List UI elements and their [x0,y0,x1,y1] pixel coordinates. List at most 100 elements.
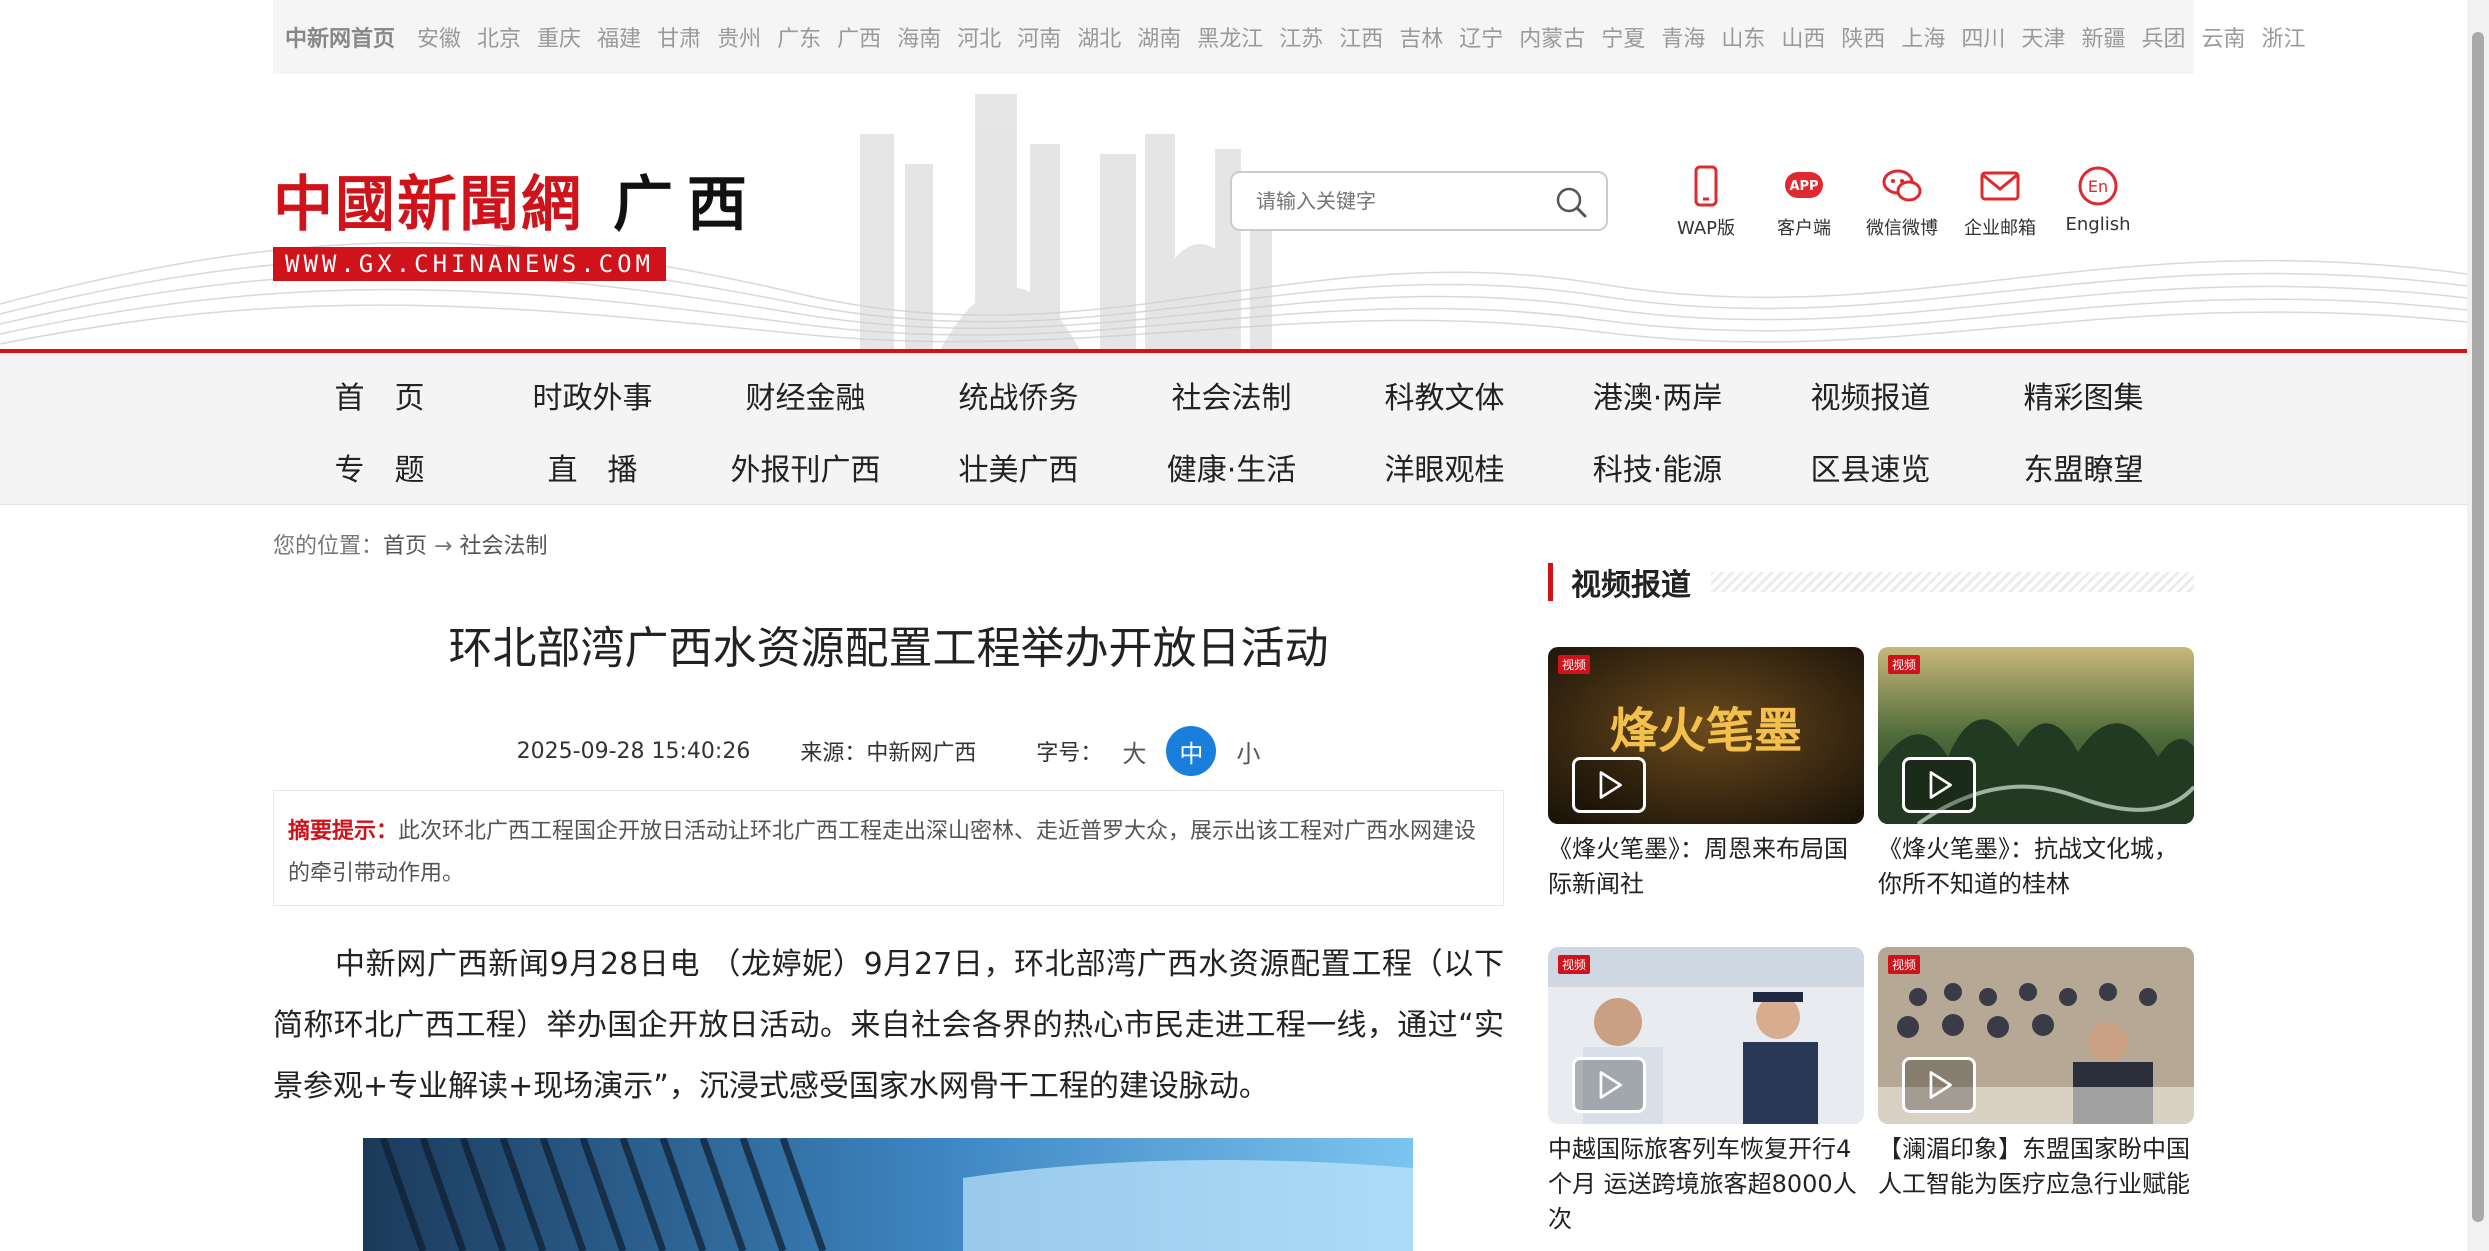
font-large-button[interactable]: 大 [1122,734,1146,769]
video-badge: 视频 [1888,655,1921,674]
province-link[interactable]: 山东 [1721,21,1765,53]
wechat-weibo-icon [1882,169,1922,202]
province-link[interactable]: 湖北 [1077,21,1121,53]
video-card[interactable]: 视频 《烽火笔墨》：抗战文化城，你所不知道的桂林 [1878,647,2194,902]
province-link[interactable]: 河南 [1017,21,1061,53]
nav-item[interactable]: 专 题 [273,435,486,507]
province-link[interactable]: 湖南 [1137,21,1181,53]
province-link[interactable]: 陕西 [1841,21,1885,53]
video-caption[interactable]: 【澜湄印象】东盟国家盼中国人工智能为医疗应急行业赋能 [1878,1132,2194,1202]
font-small-button[interactable]: 小 [1236,734,1260,769]
video-section-title[interactable]: 视频报道 [1571,560,1691,604]
video-card[interactable]: 视频 【澜湄印象】东盟国家盼中国人工智能为医疗应急行业赋能 [1878,947,2194,1202]
province-link[interactable]: 广东 [777,21,821,53]
summary-label: 摘要提示： [288,819,399,844]
province-link[interactable]: 山西 [1781,21,1825,53]
app-icon: APP [1785,172,1823,198]
article-photo-image [363,1138,1413,1251]
nav-item[interactable]: 社会法制 [1125,363,1338,435]
breadcrumb-section[interactable]: 社会法制 [459,534,547,559]
nav-item[interactable]: 时政外事 [486,363,699,435]
province-link[interactable]: 重庆 [537,21,581,53]
search-input[interactable] [1256,189,1536,213]
video-thumbnail[interactable]: 烽火笔墨 视频 [1548,647,1864,824]
section-header-stripe [1711,572,2194,592]
province-link[interactable]: 安徽 [417,21,461,53]
article-paragraph: 中新网广西新闻9月28日电 （龙婷妮）9月27日，环北部湾广西水资源配置工程（以… [273,947,1504,1104]
nav-item[interactable]: 科教文体 [1338,363,1551,435]
logo-url: WWW.GX.CHINANEWS.COM [273,247,666,281]
province-link[interactable]: 云南 [2201,21,2245,53]
video-card[interactable]: 视频 中越国际旅客列车恢复开行4个月 运送跨境旅客超8000人次 [1548,947,1864,1237]
english-link[interactable]: En English [2064,164,2132,240]
play-icon[interactable] [1572,757,1646,813]
breadcrumb-home[interactable]: 首页 [383,534,427,559]
province-link[interactable]: 新疆 [2081,21,2125,53]
play-icon[interactable] [1572,1057,1646,1113]
video-card[interactable]: 烽火笔墨 视频 《烽火笔墨》：周恩来布局国际新闻社 [1548,647,1864,902]
province-link[interactable]: 福建 [597,21,641,53]
nav-item[interactable]: 直 播 [486,435,699,507]
province-link[interactable]: 上海 [1901,21,1945,53]
province-link[interactable]: 江西 [1339,21,1383,53]
province-link[interactable]: 内蒙古 [1519,21,1585,53]
nav-item[interactable]: 洋眼观桂 [1338,435,1551,507]
scrollbar-thumb[interactable] [2472,32,2484,1222]
video-thumbnail[interactable]: 视频 [1878,647,2194,824]
breadcrumb-arrow: → [434,534,453,559]
province-link[interactable]: 青海 [1661,21,1705,53]
province-link[interactable]: 四川 [1961,21,2005,53]
play-icon[interactable] [1902,757,1976,813]
wap-link[interactable]: WAP版 [1672,164,1740,240]
page-scrollbar[interactable] [2467,0,2489,1251]
nav-item[interactable]: 财经金融 [699,363,912,435]
province-link[interactable]: 广西 [837,21,881,53]
video-thumbnail[interactable]: 视频 [1878,947,2194,1124]
province-links: 安徽 北京 重庆 福建 甘肃 贵州 广东 广西 海南 河北 河南 湖北 湖南 黑龙江 江苏 江西 吉林 辽宁 内蒙古… [409,21,2313,53]
province-link[interactable]: 辽宁 [1459,21,1503,53]
nav-item[interactable]: 首 页 [273,363,486,435]
mail-icon [1980,171,2020,201]
province-link[interactable]: 河北 [957,21,1001,53]
province-link[interactable]: 贵州 [717,21,761,53]
nav-item[interactable]: 健康·生活 [1125,435,1338,507]
province-link[interactable]: 天津 [2021,21,2065,53]
search-icon[interactable] [1554,185,1588,219]
main-nav: 首 页时政外事 财经金融 统战侨务 社会法制 科教文体 港澳·两岸 视频报道 精彩图集专 题直… [0,353,2467,505]
video-caption[interactable]: 《烽火笔墨》：周恩来布局国际新闻社 [1548,832,1864,902]
nav-item[interactable]: 精彩图集 [1977,363,2190,435]
play-icon[interactable] [1902,1057,1976,1113]
wechat-weibo-link[interactable]: 微信微博 [1866,164,1938,240]
site-logo[interactable]: 中國新聞網 广西 WWW.GX.CHINANEWS.COM [273,156,761,281]
chinanews-home-link[interactable]: 中新网首页 [285,21,395,53]
province-link[interactable]: 甘肃 [657,21,701,53]
wechat-weibo-label: 微信微博 [1866,218,1938,239]
article-photo [363,1138,1413,1251]
province-link[interactable]: 浙江 [2261,21,2305,53]
nav-item[interactable]: 外报刊广西 [699,435,912,507]
nav-item[interactable]: 区县速览 [1764,435,1977,507]
province-link[interactable]: 宁夏 [1601,21,1645,53]
province-link[interactable]: 黑龙江 [1197,21,1263,53]
video-caption[interactable]: 《烽火笔墨》：抗战文化城，你所不知道的桂林 [1878,832,2194,902]
nav-item[interactable]: 视频报道 [1764,363,1977,435]
video-section-header: 视频报道 [1548,559,2194,605]
font-size-switcher: 字号： 大 中 小 [1036,726,1260,776]
mail-link[interactable]: 企业邮箱 [1964,164,2036,240]
nav-item[interactable]: 科技·能源 [1551,435,1764,507]
province-link[interactable]: 北京 [477,21,521,53]
province-link[interactable]: 吉林 [1399,21,1443,53]
font-medium-button[interactable]: 中 [1166,726,1217,776]
province-link[interactable]: 兵团 [2141,21,2185,53]
video-badge: 视频 [1558,655,1591,674]
nav-item[interactable]: 东盟瞭望 [1977,435,2190,507]
article-title: 环北部湾广西水资源配置工程举办开放日活动 [448,623,1329,674]
nav-item[interactable]: 壮美广西 [912,435,1125,507]
province-link[interactable]: 海南 [897,21,941,53]
nav-item[interactable]: 港澳·两岸 [1551,363,1764,435]
province-link[interactable]: 江苏 [1279,21,1323,53]
video-thumbnail[interactable]: 视频 [1548,947,1864,1124]
nav-item[interactable]: 统战侨务 [912,363,1125,435]
video-caption[interactable]: 中越国际旅客列车恢复开行4个月 运送跨境旅客超8000人次 [1548,1132,1864,1237]
app-link[interactable]: APP 客户端 [1770,164,1838,240]
